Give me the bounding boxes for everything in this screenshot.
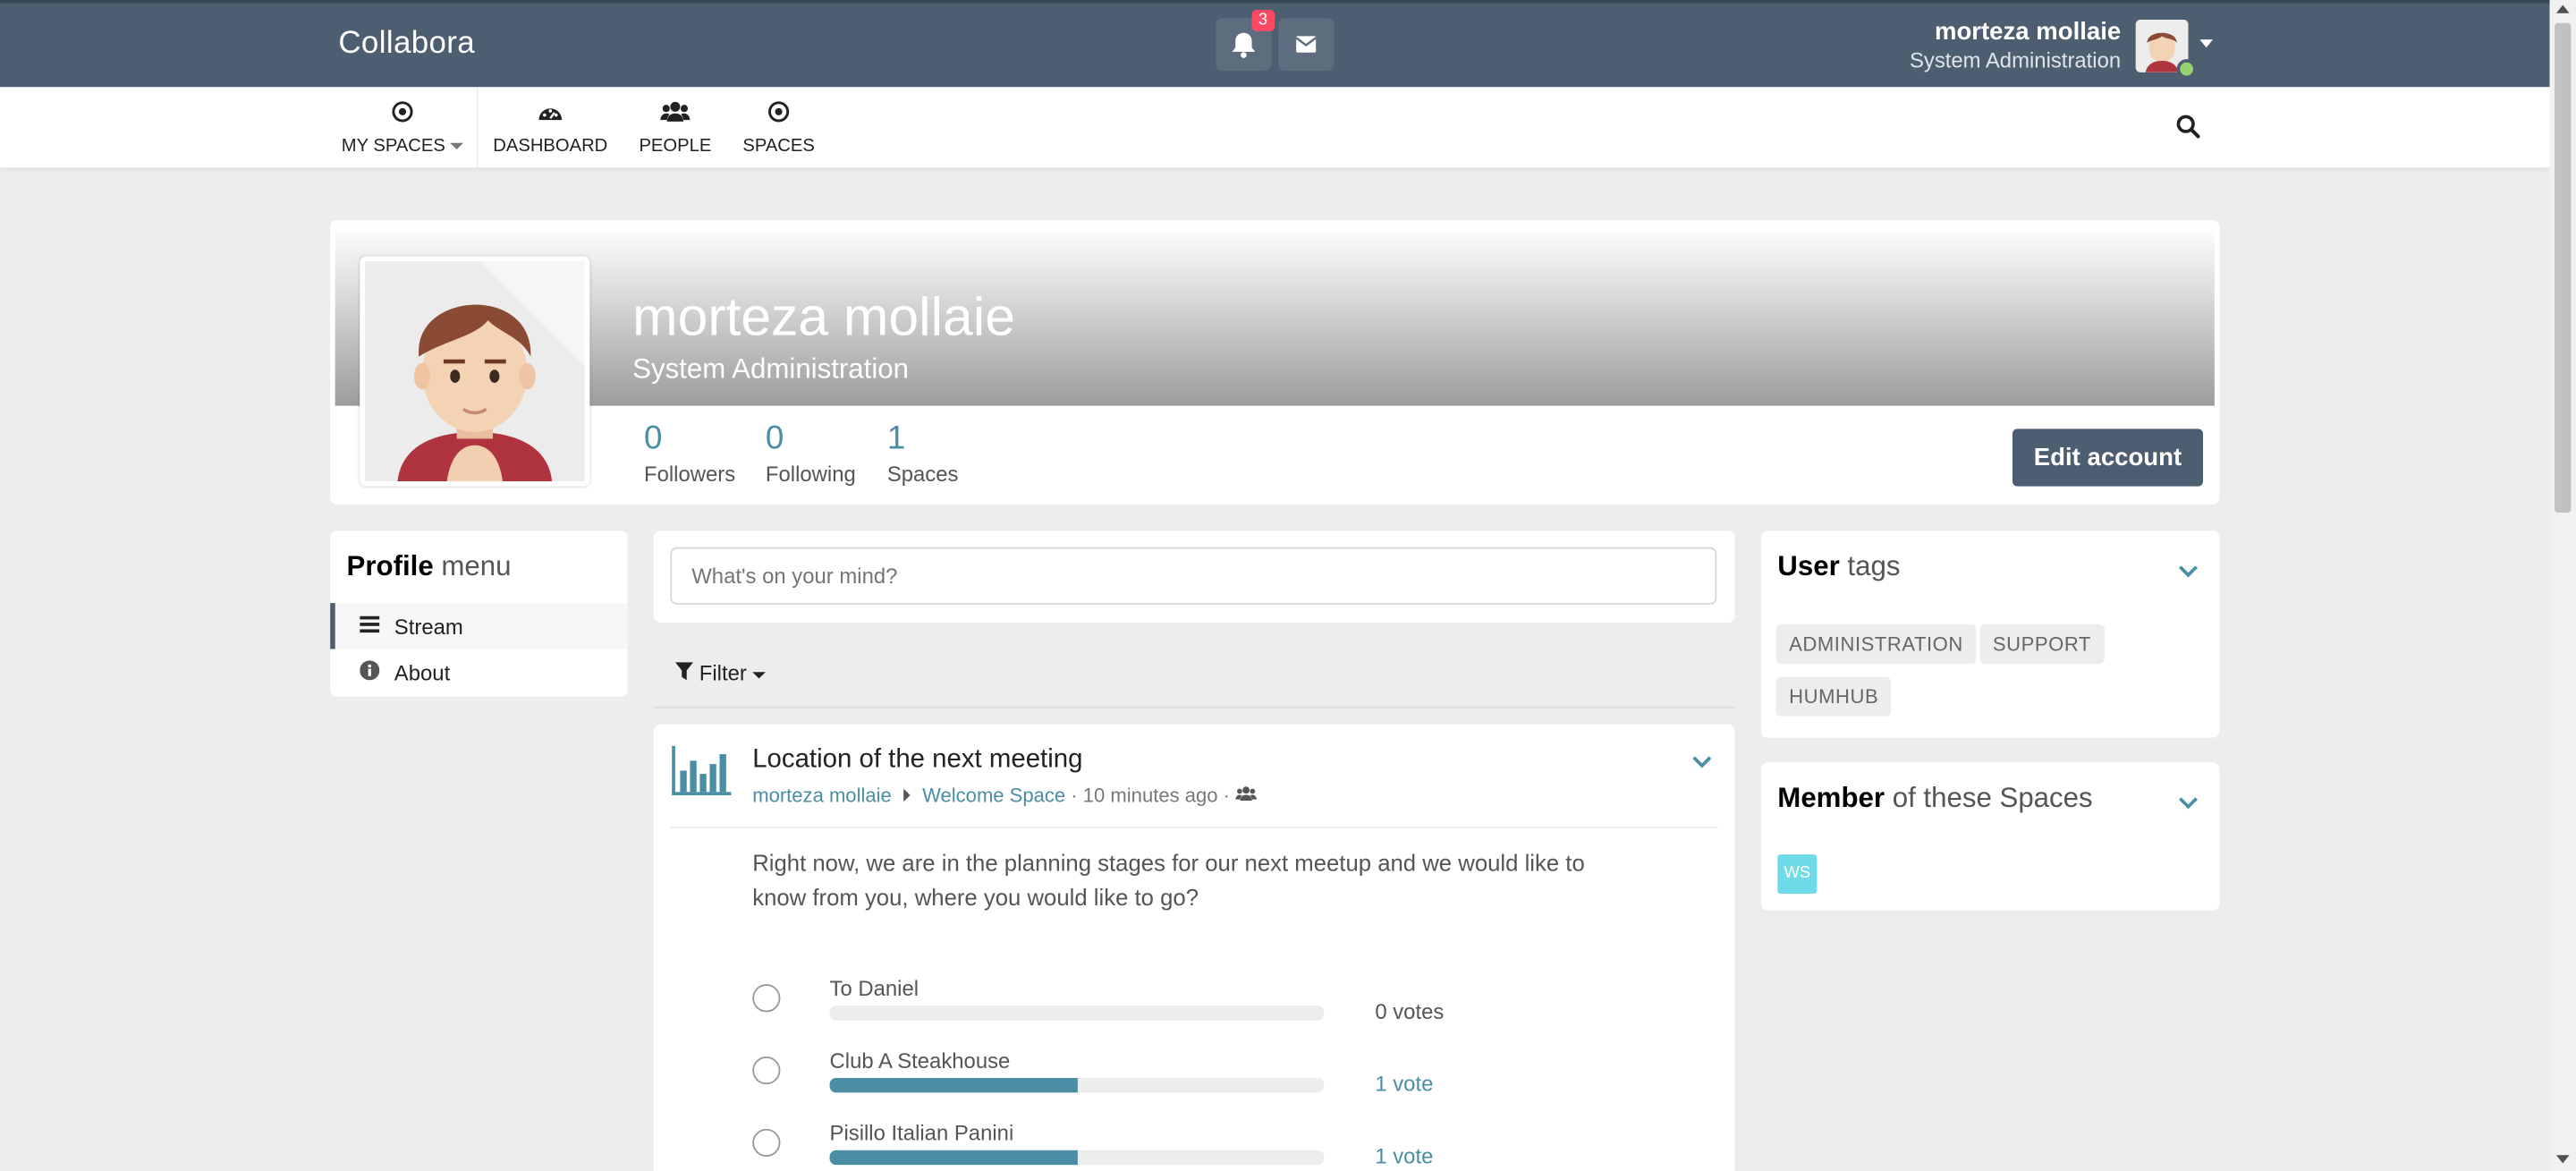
caret-down-icon <box>450 142 464 150</box>
divider <box>654 706 1735 709</box>
entry-author-link[interactable]: morteza mollaie <box>752 784 892 807</box>
followers-count: 0 <box>643 420 663 457</box>
poll-option-radio[interactable] <box>752 984 781 1013</box>
notification-count-badge: 3 <box>1251 10 1275 31</box>
space-badge[interactable]: WS <box>1777 854 1818 895</box>
scrollbar-thumb[interactable] <box>2555 22 2572 513</box>
profile-header: morteza mollaie System Administration 0 … <box>330 220 2220 505</box>
topbar-user-name[interactable]: morteza mollaie <box>1935 18 2121 46</box>
followers-label: Followers <box>643 462 736 487</box>
entry-space-link[interactable]: Welcome Space <box>922 784 1065 807</box>
profile-menu-title: Profile menu <box>346 550 512 582</box>
poll-option-label: Pisillo Italian Panini <box>829 1120 1014 1146</box>
following-label: Following <box>765 462 856 487</box>
divider <box>670 826 1719 828</box>
topbar-user-role: System Administration <box>1909 47 2122 72</box>
nav-my-spaces-label: MY SPACES <box>341 136 445 157</box>
following-stat[interactable]: 0 Following <box>766 420 856 486</box>
nav-my-spaces[interactable]: MY SPACES <box>337 87 469 167</box>
poll-entry: Location of the next meeting morteza mol… <box>654 724 1735 1171</box>
nav-dashboard[interactable]: DASHBOARD <box>489 87 611 167</box>
profile-name: morteza mollaie <box>632 285 1015 347</box>
followers-stat[interactable]: 0 Followers <box>644 420 735 486</box>
nav-people-label: PEOPLE <box>639 136 712 157</box>
envelope-icon <box>1295 36 1317 53</box>
nav-dashboard-label: DASHBOARD <box>493 136 608 157</box>
scroll-up-arrow-icon[interactable] <box>2555 4 2570 13</box>
profile-role: System Administration <box>632 352 910 385</box>
nav-divider <box>476 87 479 168</box>
user-tag[interactable]: SUPPORT <box>1979 624 2105 665</box>
poll-option-votes-link[interactable]: 1 vote <box>1375 1143 1433 1168</box>
following-count: 0 <box>765 420 784 457</box>
poll-option: To Daniel 0 votes <box>654 974 1735 1039</box>
nav-people[interactable]: PEOPLE <box>634 87 716 167</box>
messages-button[interactable] <box>1277 18 1335 71</box>
chevron-down-icon[interactable] <box>1692 748 1712 777</box>
user-tag[interactable]: HUMHUB <box>1775 676 1892 717</box>
post-composer <box>654 530 1735 624</box>
poll-option-radio[interactable] <box>752 1128 781 1158</box>
filter-label: Filter <box>699 660 747 685</box>
filter-icon <box>674 660 694 685</box>
online-status-dot <box>2176 59 2197 80</box>
spaces-count: 1 <box>886 420 906 457</box>
spaces-stat[interactable]: 1 Spaces <box>887 420 959 486</box>
poll-option-bar-fill <box>829 1150 1077 1166</box>
chevron-down-icon[interactable] <box>2178 557 2198 587</box>
profile-banner <box>335 225 2215 406</box>
profile-menu: Profile menu Stream About <box>330 530 628 697</box>
post-input[interactable] <box>670 547 1717 605</box>
entry-time: · 10 minutes ago · <box>1071 784 1230 807</box>
entry-meta: morteza mollaie Welcome Space · 10 minut… <box>752 784 1257 807</box>
visibility-users-icon <box>1235 784 1257 807</box>
profile-menu-label: Stream <box>394 614 463 640</box>
entry-title[interactable]: Location of the next meeting <box>752 746 1082 776</box>
filter-dropdown[interactable]: Filter <box>674 660 767 685</box>
user-tag[interactable]: ADMINISTRATION <box>1775 624 1977 665</box>
user-menu-caret-icon[interactable] <box>2199 39 2214 48</box>
brand-logo[interactable]: Collabora <box>338 26 475 62</box>
poll-option-label: Club A Steakhouse <box>829 1048 1011 1073</box>
profile-picture[interactable] <box>360 256 590 487</box>
caret-right-icon <box>903 788 911 802</box>
profile-menu-item-stream[interactable]: Stream <box>330 603 628 649</box>
poll-option: Club A Steakhouse 1 vote <box>654 1047 1735 1112</box>
target-icon <box>337 100 469 126</box>
poll-option-bar-fill <box>829 1077 1077 1093</box>
dashboard-icon <box>489 100 611 126</box>
user-tags-title: User tags <box>1777 550 1901 582</box>
poll-option-label: To Daniel <box>829 975 919 1001</box>
member-spaces-panel: Member of these Spaces WS <box>1760 762 2220 911</box>
entry-text: Right now, we are in the planning stages… <box>752 849 1585 911</box>
nav-spaces-label: SPACES <box>742 136 815 157</box>
info-circle-icon <box>358 660 381 685</box>
spaces-label: Spaces <box>886 462 959 487</box>
scroll-down-arrow-icon[interactable] <box>2555 1155 2570 1164</box>
chevron-down-icon[interactable] <box>2178 789 2198 819</box>
target-icon <box>740 100 818 126</box>
profile-menu-label: About <box>394 660 451 685</box>
poll-option: Pisillo Italian Panini 1 vote <box>654 1119 1735 1171</box>
member-spaces-title: Member of these Spaces <box>1777 782 2093 814</box>
bars-icon <box>358 615 381 640</box>
user-tags-panel: User tags ADMINISTRATION SUPPORT HUMHUB <box>1760 530 2220 738</box>
profile-menu-item-about[interactable]: About <box>330 649 627 694</box>
poll-option-bar <box>829 1077 1325 1093</box>
poll-chart-icon <box>670 744 733 805</box>
poll-option-votes-link[interactable]: 1 vote <box>1375 1072 1433 1097</box>
poll-option-votes: 0 votes <box>1375 998 1445 1024</box>
users-icon <box>634 100 716 126</box>
poll-option-bar <box>829 1150 1325 1166</box>
nav-spaces[interactable]: SPACES <box>740 87 818 167</box>
caret-down-icon <box>752 671 767 678</box>
search-icon[interactable] <box>2175 114 2201 148</box>
edit-account-button[interactable]: Edit account <box>2012 429 2204 487</box>
poll-option-bar <box>829 1006 1325 1021</box>
user-avatar-icon <box>364 261 585 482</box>
poll-option-radio[interactable] <box>752 1056 781 1085</box>
